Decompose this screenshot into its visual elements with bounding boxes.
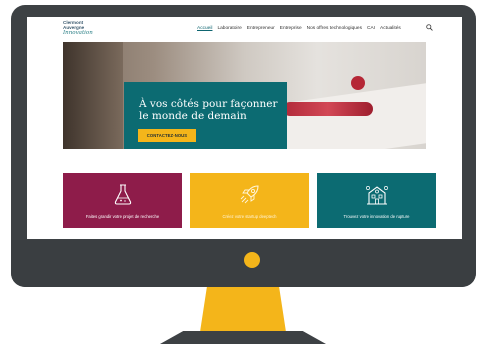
power-button-icon (244, 252, 260, 268)
nav-item-offres[interactable]: Nos offres technologiques (307, 26, 362, 36)
nav-item-entreprise[interactable]: Entreprise (280, 26, 302, 36)
site-header: Clermont Auvergne Innovation Accueil Lab… (27, 17, 462, 43)
hero-photo-roll (283, 102, 373, 116)
card-startup-label: Créez votre startup deeptech (222, 214, 277, 219)
hero-card: À vos côtés pour façonner le monde de de… (124, 82, 287, 149)
contact-button[interactable]: CONTACTEZ-NOUS (138, 129, 196, 142)
website-screen: Clermont Auvergne Innovation Accueil Lab… (27, 17, 462, 239)
monitor-chin (11, 240, 476, 287)
nav-item-entrepreneur[interactable]: Entrepreneur (247, 26, 275, 36)
card-research-label: Faites grandir votre projet de recherche (85, 214, 160, 219)
rocket-icon (240, 185, 259, 204)
card-startup[interactable]: Créez votre startup deeptech (190, 173, 309, 228)
nav-item-actualites[interactable]: Actualités (380, 26, 401, 36)
monitor-base (160, 331, 326, 344)
search-icon[interactable] (426, 24, 433, 31)
logo-line-3: Innovation (63, 30, 93, 36)
card-research[interactable]: Faites grandir votre projet de recherche (63, 173, 182, 228)
card-innovation-label: Trouvez votre innovation de rupture (343, 214, 410, 219)
hero-banner: À vos côtés pour façonner le monde de de… (63, 42, 426, 149)
card-innovation[interactable]: Trouvez votre innovation de rupture (317, 173, 436, 228)
nav-item-cai[interactable]: CAI (367, 26, 375, 36)
hero-photo-shadow (63, 42, 123, 149)
nav-item-laboratoire[interactable]: Laboratoire (217, 26, 241, 36)
main-nav: Accueil Laboratoire Entrepreneur Entrepr… (197, 26, 401, 36)
hero-title: À vos côtés pour façonner le monde de de… (139, 98, 278, 122)
flask-icon (114, 184, 131, 205)
building-icon (365, 186, 388, 205)
monitor-stand (200, 287, 286, 332)
nav-item-accueil[interactable]: Accueil (197, 26, 212, 36)
site-logo[interactable]: Clermont Auvergne Innovation (63, 20, 103, 40)
hero-photo-knob (351, 76, 365, 90)
